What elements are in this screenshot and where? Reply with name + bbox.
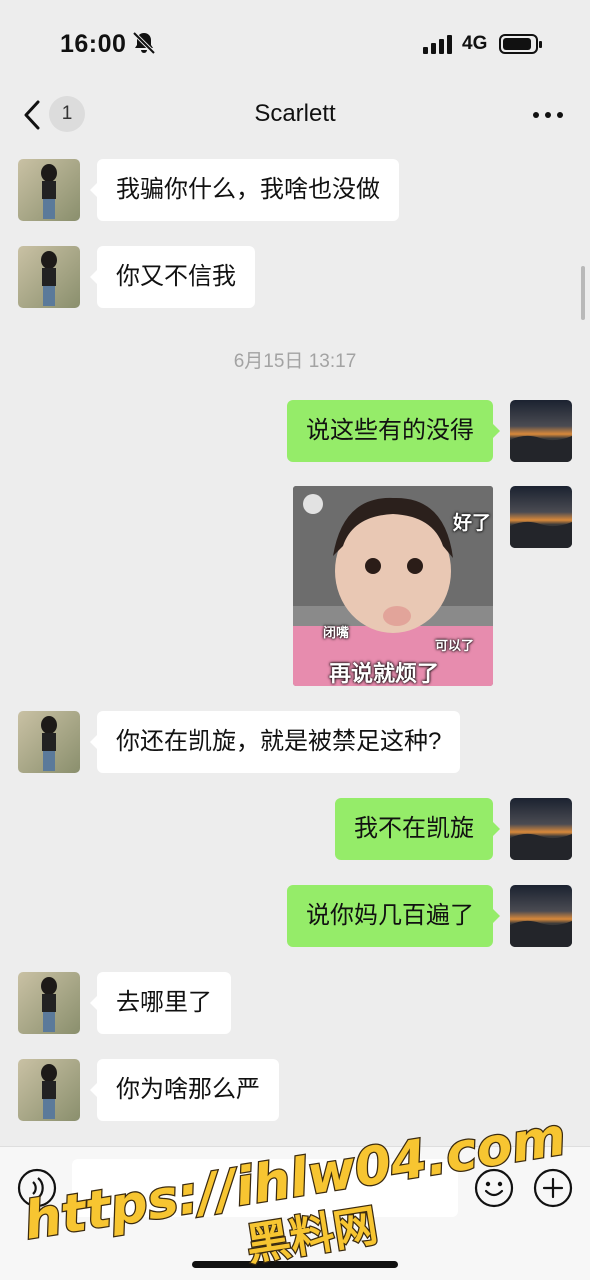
- message-bubble-incoming[interactable]: 去哪里了: [90, 972, 231, 1034]
- bell-off-icon: [132, 31, 156, 55]
- self-avatar[interactable]: [510, 885, 572, 947]
- status-time: 16:00: [60, 30, 127, 58]
- sticker-caption: 好了: [453, 512, 492, 534]
- emoji-icon[interactable]: [474, 1168, 514, 1208]
- message-bubble-incoming[interactable]: 你还在凯旋，就是被禁足这种?: [89, 711, 461, 773]
- sticker-caption: 再说就烦了: [329, 662, 440, 686]
- home-indicator: [192, 1261, 398, 1268]
- message-bubble-incoming[interactable]: 我骗你什么，我啥也没做: [90, 159, 399, 221]
- chat-scrollbar[interactable]: [581, 266, 585, 320]
- contact-avatar[interactable]: [18, 711, 80, 773]
- message-bubble-outgoing[interactable]: 我不在凯旋: [335, 798, 500, 860]
- self-avatar[interactable]: [510, 400, 572, 462]
- voice-icon[interactable]: [17, 1168, 57, 1208]
- message-bubble-outgoing[interactable]: 说这些有的没得: [287, 400, 500, 462]
- chat-header: 1 Scarlett: [0, 88, 590, 144]
- self-avatar[interactable]: [510, 798, 572, 860]
- more-icon[interactable]: [528, 98, 568, 132]
- contact-name-title: Scarlett: [254, 100, 336, 127]
- contact-avatar[interactable]: [18, 159, 80, 221]
- sticker-caption: 可以了: [435, 639, 475, 654]
- signal-icon: [423, 35, 452, 54]
- contact-avatar[interactable]: [18, 972, 80, 1034]
- sticker-image[interactable]: 好了 闭嘴 可以了 再说就烦了: [293, 486, 493, 686]
- chat-screen: 16:00 4G 1 Scarlett 我骗你什么，我啥也没做 你又不信我 6月…: [0, 0, 590, 1280]
- message-input[interactable]: [72, 1159, 458, 1217]
- plus-icon[interactable]: [533, 1168, 573, 1208]
- input-bar: [0, 1146, 590, 1280]
- sticker-caption: 闭嘴: [323, 626, 350, 641]
- network-type: 4G: [462, 33, 488, 54]
- message-bubble-incoming[interactable]: 你又不信我: [90, 246, 255, 308]
- message-bubble-incoming[interactable]: 你为啥那么严: [90, 1059, 279, 1121]
- battery-icon: [499, 34, 542, 54]
- message-bubble-outgoing[interactable]: 说你妈几百遍了: [287, 885, 500, 947]
- contact-avatar[interactable]: [18, 1059, 80, 1121]
- chat-timestamp: 6月15日 13:17: [233, 351, 357, 372]
- status-bar: 16:00 4G: [0, 0, 590, 88]
- contact-avatar[interactable]: [18, 246, 80, 308]
- self-avatar[interactable]: [510, 486, 572, 548]
